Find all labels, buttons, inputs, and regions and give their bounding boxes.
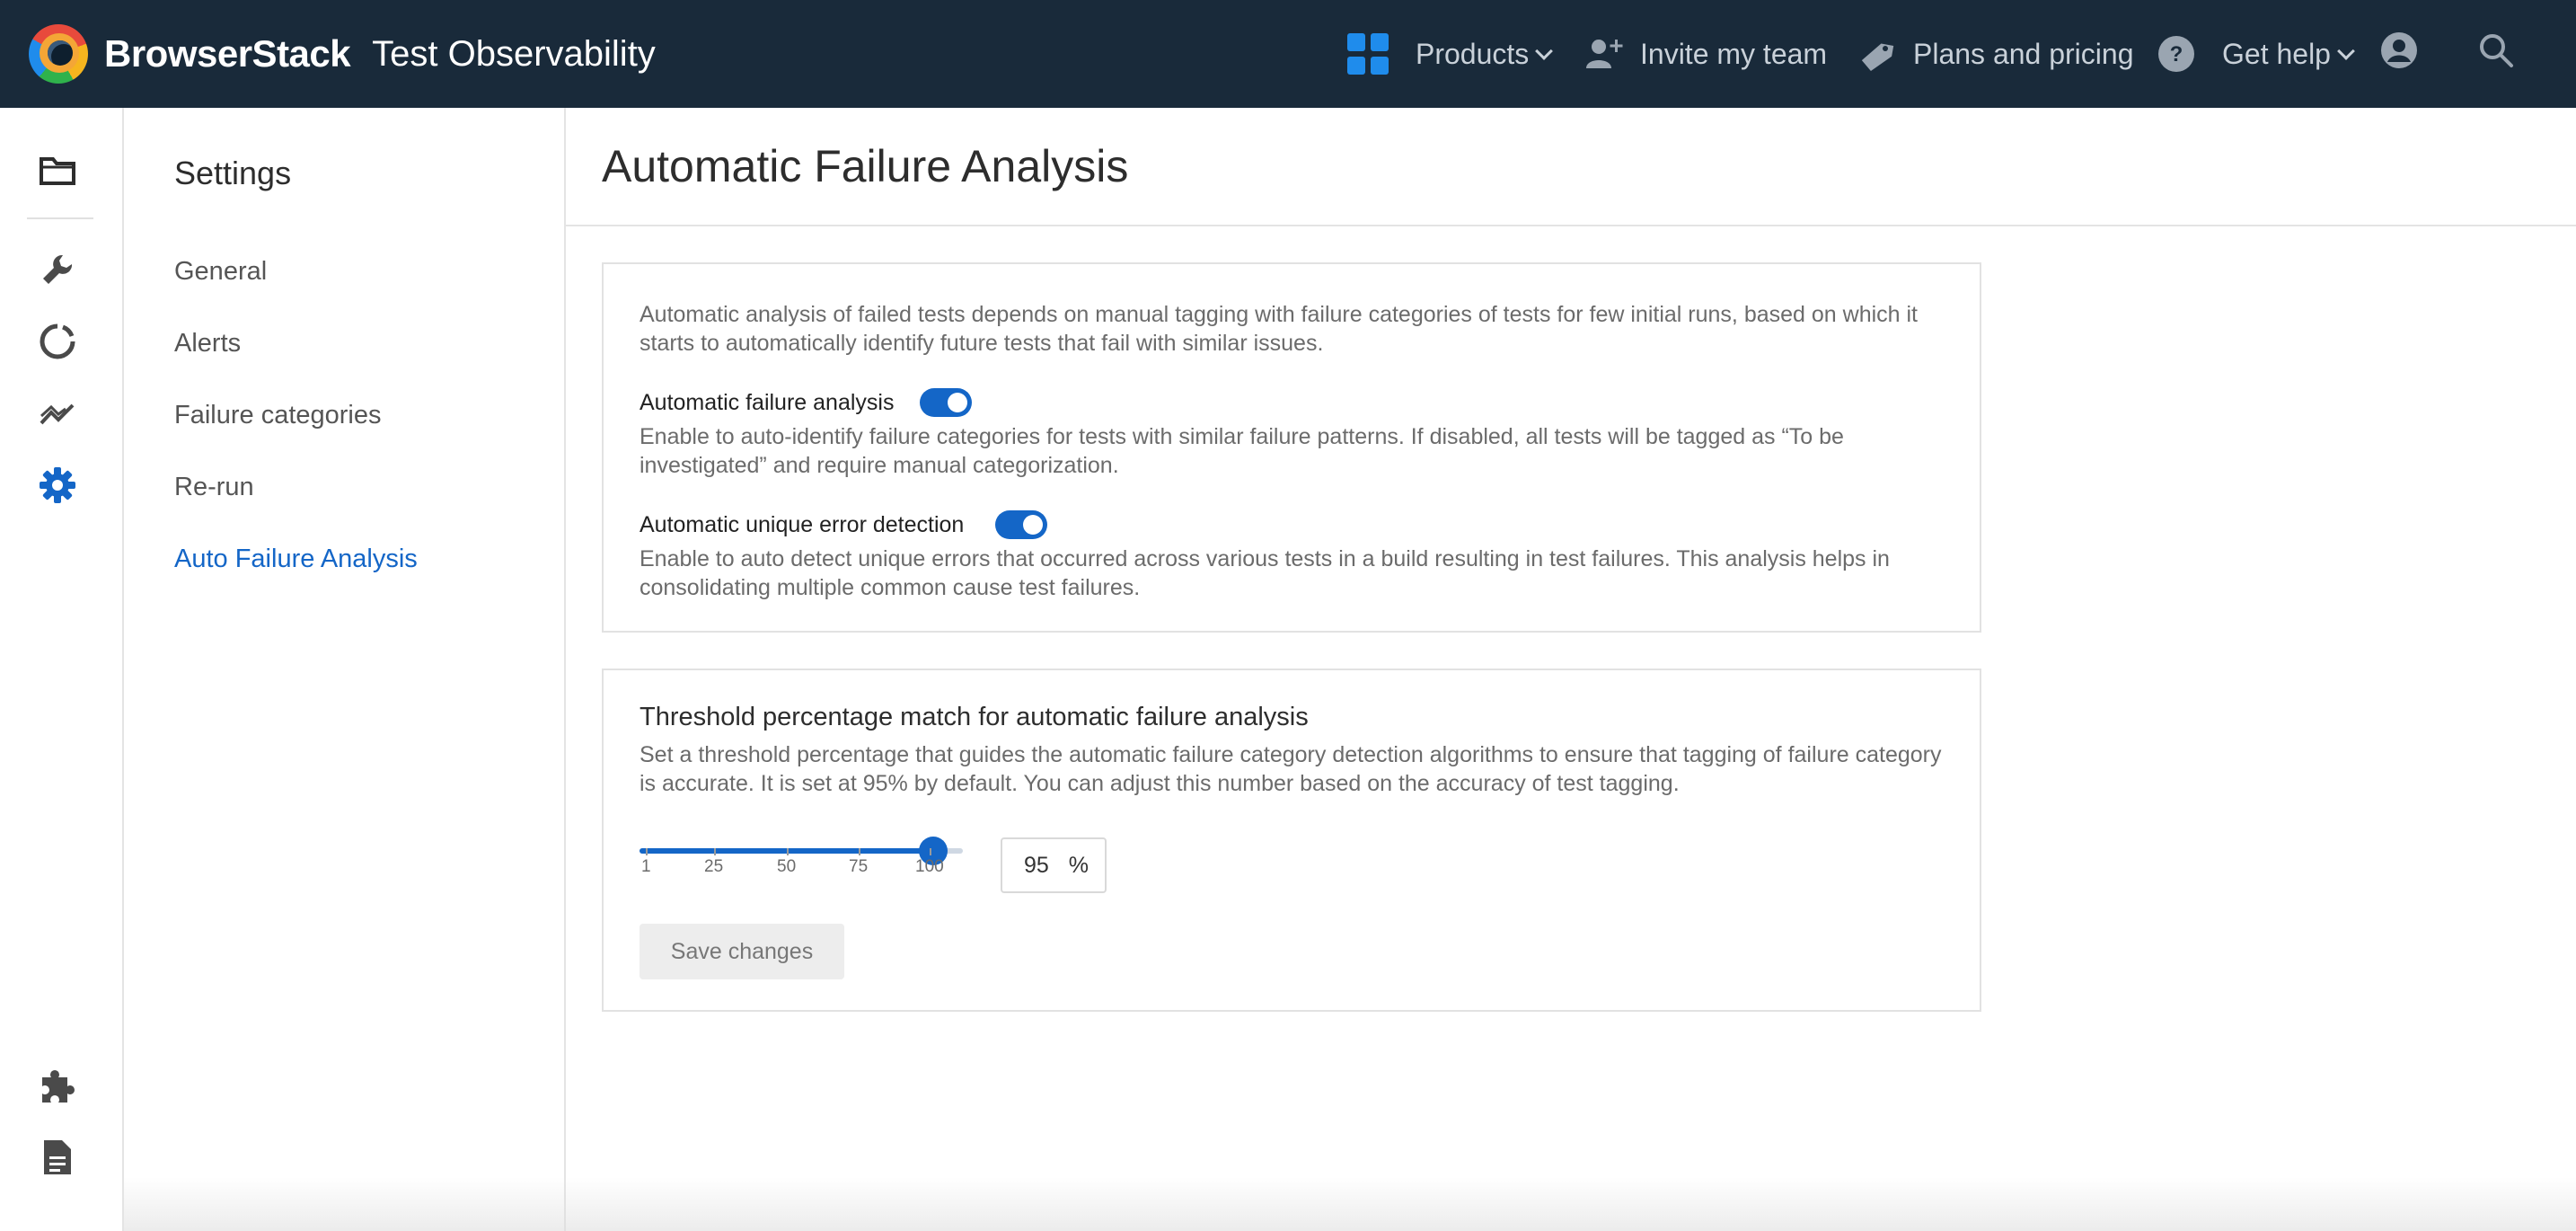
loading-ring-icon[interactable] bbox=[36, 320, 79, 363]
auto-analysis-toggle[interactable] bbox=[920, 388, 972, 417]
price-tag-icon bbox=[1857, 36, 1897, 72]
auto-analysis-description: Enable to auto-identify failure categori… bbox=[640, 424, 1844, 478]
slider-tick-100: 100 bbox=[915, 848, 944, 876]
icon-rail bbox=[0, 108, 124, 1231]
settings-sidebar: Settings General Alerts Failure categori… bbox=[124, 108, 566, 1231]
settings-item-rerun[interactable]: Re-run bbox=[174, 473, 254, 502]
unique-error-label: Automatic unique error detection bbox=[640, 512, 965, 537]
title-divider bbox=[566, 225, 2576, 226]
products-menu[interactable]: Products bbox=[1347, 27, 1554, 81]
rail-divider bbox=[27, 217, 93, 219]
slider-tick-1: 1 bbox=[641, 848, 651, 876]
search-button[interactable] bbox=[2477, 27, 2515, 81]
settings-item-alerts[interactable]: Alerts bbox=[174, 329, 241, 359]
main-content: Automatic Failure Analysis Automatic ana… bbox=[566, 108, 2576, 1231]
threshold-percent-input[interactable]: 95 % bbox=[1001, 837, 1107, 893]
plans-label: Plans and pricing bbox=[1913, 37, 2134, 70]
settings-item-auto-failure-analysis[interactable]: Auto Failure Analysis bbox=[174, 545, 418, 574]
save-changes-button[interactable]: Save changes bbox=[640, 924, 844, 979]
settings-item-failure-categories[interactable]: Failure categories bbox=[174, 401, 382, 430]
unique-error-description: Enable to auto detect unique errors that… bbox=[640, 546, 1890, 600]
plans-pricing-link[interactable]: Plans and pricing bbox=[1857, 27, 2133, 81]
chevron-down-icon bbox=[2337, 42, 2355, 60]
threshold-value: 95 bbox=[1023, 852, 1049, 878]
wrench-icon[interactable] bbox=[36, 248, 79, 291]
settings-title: Settings bbox=[174, 155, 292, 191]
puzzle-icon[interactable] bbox=[36, 1064, 79, 1107]
header-nav: Products Invite my team Plans and pricin… bbox=[0, 0, 2576, 108]
auto-analysis-label: Automatic failure analysis bbox=[640, 390, 895, 415]
svg-text:?: ? bbox=[2170, 42, 2183, 66]
invite-label: Invite my team bbox=[1640, 37, 1828, 70]
folder-icon[interactable] bbox=[36, 149, 79, 192]
analysis-settings-card: Automatic analysis of failed tests depen… bbox=[602, 262, 1981, 633]
products-grid-icon bbox=[1347, 33, 1389, 75]
add-user-icon bbox=[1584, 36, 1624, 72]
products-label: Products bbox=[1416, 37, 1530, 70]
settings-item-general[interactable]: General bbox=[174, 257, 267, 287]
search-icon bbox=[2477, 31, 2515, 76]
threshold-card: Threshold percentage match for automatic… bbox=[602, 669, 1981, 1012]
account-button[interactable] bbox=[2380, 27, 2418, 81]
analysis-intro-text: Automatic analysis of failed tests depen… bbox=[640, 302, 1918, 356]
slider-tick-50: 50 bbox=[777, 848, 797, 876]
threshold-heading: Threshold percentage match for automatic… bbox=[640, 703, 1309, 731]
slider-tick-75: 75 bbox=[849, 848, 869, 876]
gear-icon[interactable] bbox=[36, 464, 79, 507]
trend-icon[interactable] bbox=[36, 392, 79, 435]
threshold-slider[interactable] bbox=[640, 837, 963, 865]
threshold-description: Set a threshold percentage that guides t… bbox=[640, 742, 1942, 796]
help-label: Get help bbox=[2222, 37, 2331, 70]
get-help-menu[interactable]: ? Get help bbox=[2157, 27, 2355, 81]
chevron-down-icon bbox=[1535, 42, 1554, 60]
slider-tick-25: 25 bbox=[704, 848, 724, 876]
help-icon: ? bbox=[2157, 35, 2195, 73]
document-icon[interactable] bbox=[36, 1136, 79, 1179]
invite-team-link[interactable]: Invite my team bbox=[1584, 27, 1827, 81]
percent-unit: % bbox=[1068, 852, 1089, 878]
user-avatar-icon bbox=[2380, 31, 2418, 76]
unique-error-toggle[interactable] bbox=[995, 510, 1047, 539]
page-title: Automatic Failure Analysis bbox=[602, 141, 1129, 191]
